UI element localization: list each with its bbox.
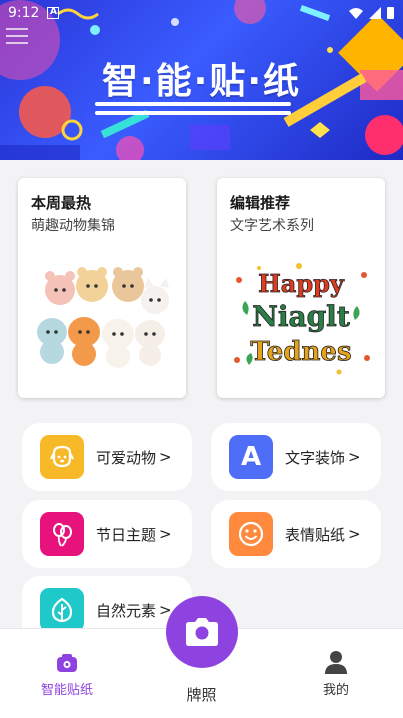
- category-label: 文字装饰: [285, 448, 346, 467]
- featured-card-editor-pick[interactable]: 编辑推荐 文字艺术系列 Happy Niaglt Tednes: [217, 178, 385, 398]
- menu-icon[interactable]: [6, 28, 28, 49]
- category-text-decoration-button[interactable]: A 文字装饰 >: [211, 423, 381, 491]
- leaf-icon: [40, 588, 84, 632]
- wifi-icon: [349, 8, 363, 19]
- banner-title: 智·能·贴·纸: [101, 61, 302, 102]
- word-art-line-2: Niaglt: [252, 300, 350, 333]
- letter-a-icon: A: [229, 435, 273, 479]
- hero-banner[interactable]: 9:12 A 智·能·贴·纸: [0, 0, 403, 160]
- banner-underline: [95, 102, 291, 106]
- word-art-line-1: Happy: [258, 269, 345, 298]
- cute-animals-image: [37, 267, 169, 368]
- sticker-home-icon: [57, 654, 77, 672]
- word-art-image: Happy Niaglt Tednes: [234, 263, 370, 375]
- balloons-icon: [40, 512, 84, 556]
- dog-icon: [40, 435, 84, 479]
- chevron-right-icon: >: [348, 525, 361, 543]
- status-bar: 9:12 A: [0, 0, 403, 26]
- notification-badge-icon: A: [47, 7, 60, 19]
- camera-icon: [186, 618, 218, 646]
- smiley-icon: [229, 512, 273, 556]
- status-time: 9:12: [8, 5, 40, 21]
- battery-icon: [387, 7, 394, 19]
- camera-label: 牌照: [186, 686, 217, 704]
- signal-icon: [369, 7, 381, 19]
- category-emoji-stickers-button[interactable]: 表情贴纸 >: [211, 500, 381, 568]
- category-label: 表情贴纸: [285, 525, 346, 544]
- category-label: 节日主题: [96, 525, 157, 544]
- card-title: 编辑推荐: [230, 194, 291, 212]
- card-subtitle: 文字艺术系列: [230, 218, 314, 234]
- user-icon: [325, 651, 347, 674]
- chevron-right-icon: >: [159, 525, 172, 543]
- word-art-line-3: Tednes: [250, 337, 351, 367]
- banner-underline-2: [95, 111, 291, 115]
- category-label: 可爱动物: [96, 448, 157, 467]
- chevron-right-icon: >: [348, 448, 361, 466]
- card-subtitle: 萌趣动物集锦: [31, 218, 115, 234]
- camera-button[interactable]: [166, 596, 238, 668]
- featured-card-weekly-hot[interactable]: 本周最热 萌趣动物集锦: [18, 178, 186, 398]
- category-label: 自然元素: [96, 601, 157, 620]
- chevron-right-icon: >: [159, 448, 172, 466]
- category-holiday-button[interactable]: 节日主题 >: [22, 500, 192, 568]
- category-cute-animals-button[interactable]: 可爱动物 >: [22, 423, 192, 491]
- card-title: 本周最热: [31, 194, 92, 212]
